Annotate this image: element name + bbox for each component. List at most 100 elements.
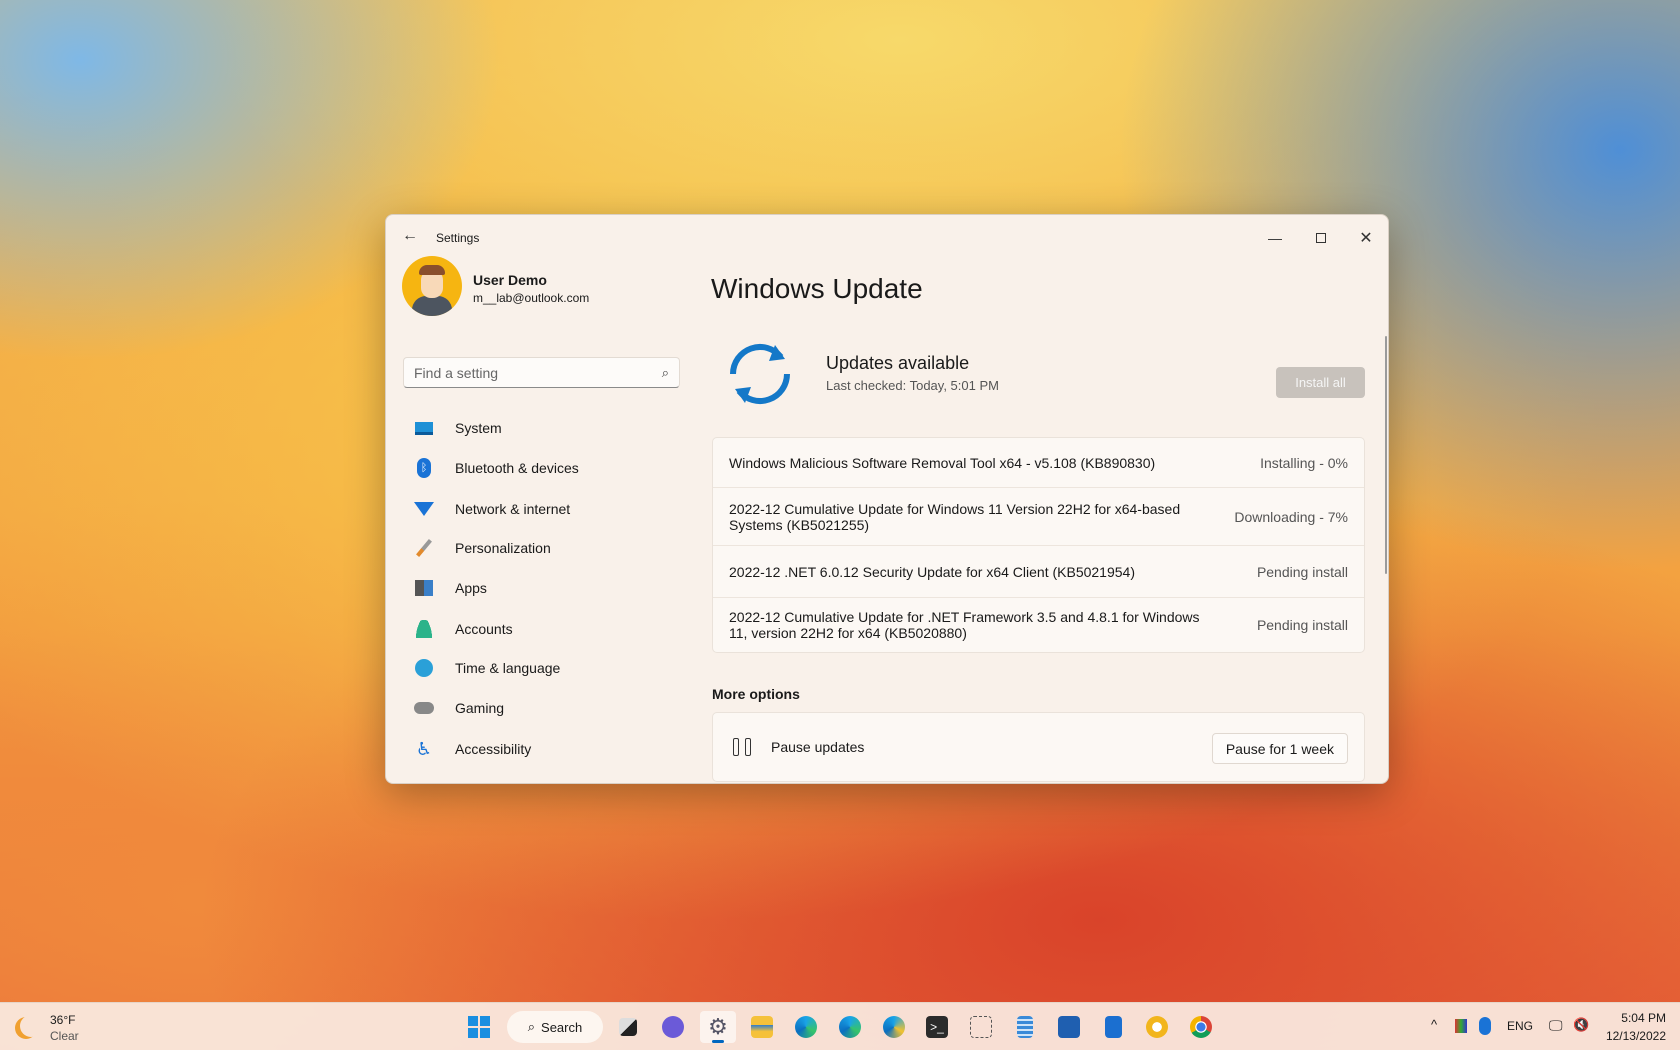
- minimize-button[interactable]: —: [1255, 223, 1295, 253]
- update-status: Pending install: [1256, 563, 1348, 580]
- install-all-button[interactable]: Install all: [1276, 367, 1365, 398]
- nav-item-accessibility[interactable]: ♿ Accessibility: [403, 731, 680, 767]
- taskbar-notepad[interactable]: [1007, 1011, 1043, 1043]
- update-list: Windows Malicious Software Removal Tool …: [712, 437, 1365, 653]
- notepad-icon: [1017, 1016, 1033, 1038]
- tray-chevron-icon[interactable]: ^: [1431, 1017, 1437, 1032]
- nav-item-gaming[interactable]: Gaming: [403, 690, 680, 726]
- maximize-button[interactable]: [1301, 223, 1341, 253]
- task-view-icon: [619, 1018, 637, 1036]
- taskbar-document[interactable]: [1095, 1011, 1131, 1043]
- person-icon: [413, 619, 435, 639]
- nav-label: Accessibility: [455, 741, 532, 757]
- taskbar-chrome-canary[interactable]: [1139, 1011, 1175, 1043]
- sync-icon: [730, 343, 790, 405]
- system-icon: [413, 418, 435, 438]
- update-status: Downloading - 7%: [1234, 508, 1348, 525]
- update-status: Updates available: [826, 353, 970, 373]
- window-title: Settings: [436, 231, 480, 245]
- nav-label: Network & internet: [455, 501, 571, 517]
- update-name: 2022-12 .NET 6.0.12 Security Update for …: [729, 563, 1135, 580]
- taskbar-snipping-tool[interactable]: [963, 1011, 999, 1043]
- pause-label: Pause updates: [771, 739, 865, 755]
- nav-label: Time & language: [455, 660, 561, 676]
- chat-button[interactable]: [655, 1011, 691, 1043]
- clock-date[interactable]: 12/13/2022: [1600, 1029, 1666, 1043]
- nav-item-apps[interactable]: Apps: [403, 570, 680, 606]
- scrollbar[interactable]: [1385, 336, 1387, 574]
- bluetooth-icon: ᛒ: [413, 458, 435, 478]
- nav-item-bluetooth[interactable]: ᛒ Bluetooth & devices: [403, 450, 680, 486]
- snipping-tool-icon: [970, 1016, 992, 1038]
- taskbar-edge[interactable]: [788, 1011, 824, 1043]
- moon-weather-icon: [20, 1015, 42, 1037]
- avatar[interactable]: [402, 256, 462, 316]
- nav-item-system[interactable]: System: [403, 410, 680, 446]
- pause-for-week-button[interactable]: Pause for 1 week: [1211, 733, 1348, 764]
- update-row: 2022-12 Cumulative Update for .NET Frame…: [713, 598, 1364, 652]
- search-placeholder: Find a setting: [414, 364, 499, 381]
- search-input[interactable]: Find a setting ⌕: [403, 357, 680, 388]
- nav-label: Personalization: [455, 540, 551, 556]
- update-status: Pending install: [1256, 617, 1348, 633]
- tray-bluetooth-icon[interactable]: [1479, 1017, 1491, 1035]
- more-options-heading: More options: [712, 686, 800, 702]
- document-icon: [1104, 1016, 1122, 1038]
- accessibility-icon: ♿: [415, 738, 433, 759]
- update-row: 2022-12 .NET 6.0.12 Security Update for …: [713, 546, 1364, 598]
- update-name: 2022-12 Cumulative Update for .NET Frame…: [729, 609, 1200, 641]
- search-icon: ⌕: [527, 1019, 536, 1034]
- close-button[interactable]: ✕: [1346, 223, 1386, 253]
- start-button[interactable]: [461, 1011, 497, 1043]
- weather-desc[interactable]: Clear: [50, 1029, 79, 1043]
- nav-label: Bluetooth & devices: [455, 460, 579, 476]
- nav-label: Accounts: [455, 621, 513, 637]
- volume-muted-icon[interactable]: 🔇: [1573, 1017, 1589, 1033]
- taskbar-settings[interactable]: ⚙: [700, 1011, 736, 1043]
- nav-item-accounts[interactable]: Accounts: [403, 611, 680, 647]
- last-checked: Last checked: Today, 5:01 PM: [826, 378, 999, 393]
- folder-icon: [751, 1016, 773, 1038]
- gamepad-icon: [413, 698, 435, 718]
- update-name: 2022-12 Cumulative Update for Windows 11…: [729, 500, 1181, 533]
- update-row: 2022-12 Cumulative Update for Windows 11…: [713, 488, 1364, 546]
- apps-icon: [413, 578, 435, 598]
- gear-icon: ⚙: [708, 1014, 728, 1039]
- task-view-button[interactable]: [610, 1011, 646, 1043]
- taskbar-file-explorer[interactable]: [744, 1011, 780, 1043]
- user-name: User Demo: [473, 272, 547, 288]
- taskbar-terminal[interactable]: >_: [919, 1011, 955, 1043]
- taskbar-chrome[interactable]: [1183, 1011, 1219, 1043]
- update-name: Windows Malicious Software Removal Tool …: [729, 454, 1156, 471]
- weather-temp[interactable]: 36°F: [50, 1013, 75, 1027]
- language-indicator[interactable]: ENG: [1507, 1019, 1533, 1033]
- edge-beta-icon: [839, 1016, 861, 1038]
- chrome-icon: [1190, 1016, 1212, 1038]
- brush-icon: [413, 538, 435, 558]
- taskbar-store[interactable]: [1051, 1011, 1087, 1043]
- page-title: Windows Update: [711, 273, 923, 304]
- edge-icon: [795, 1016, 817, 1038]
- back-arrow-icon[interactable]: ←: [402, 227, 418, 245]
- tray-app-icon[interactable]: [1455, 1019, 1467, 1033]
- taskbar-search[interactable]: ⌕ Search: [507, 1011, 603, 1043]
- nav-item-time-language[interactable]: Time & language: [403, 650, 680, 686]
- taskbar-edge-canary[interactable]: [876, 1011, 912, 1043]
- store-icon: [1058, 1016, 1080, 1038]
- windows-logo-icon: [468, 1016, 490, 1038]
- chrome-canary-icon: [1146, 1016, 1168, 1038]
- search-icon: ⌕: [661, 364, 669, 380]
- nav-item-network[interactable]: Network & internet: [403, 491, 680, 527]
- taskbar-edge-beta[interactable]: [832, 1011, 868, 1043]
- terminal-icon: >_: [926, 1016, 948, 1038]
- taskbar-search-label: Search: [541, 1019, 583, 1035]
- update-status: Installing - 0%: [1260, 454, 1348, 471]
- nav-label: Apps: [455, 580, 487, 596]
- clock-time[interactable]: 5:04 PM: [1600, 1011, 1666, 1025]
- taskbar: 36°F Clear ⌕ Search ⚙ >_ ^ ENG 🖵 🔇 5:04 P…: [0, 1002, 1680, 1050]
- globe-clock-icon: [413, 658, 435, 678]
- network-icon[interactable]: 🖵: [1549, 1017, 1563, 1034]
- pause-updates-card: Pause updates Pause for 1 week: [712, 712, 1365, 782]
- nav-item-personalization[interactable]: Personalization: [403, 530, 680, 566]
- settings-window: ← Settings — ✕ User Demo m__lab@outlook.…: [385, 214, 1389, 784]
